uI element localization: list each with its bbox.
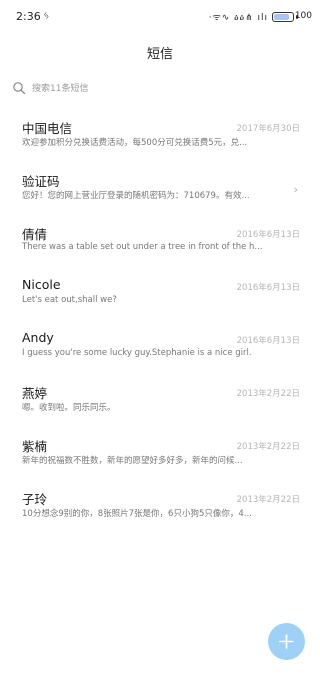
message-sender: 倩倩 xyxy=(22,227,48,242)
message-date: 2016年6月13日 xyxy=(236,230,300,240)
message-date: 2016年6月13日 xyxy=(236,336,300,346)
message-sender: 中国电信 xyxy=(22,121,73,136)
message-sender: Nicole xyxy=(22,277,61,292)
message-preview: 您好！您的网上营业厅登录的随机密码为：710679。有效... xyxy=(22,191,250,201)
message-item[interactable]: 燕婷 2013年2月22日嗯。收到啦。同乐同乐。 xyxy=(0,373,320,426)
message-item[interactable]: Andy 2016年6月13日 I guess you're some lucky … xyxy=(0,320,320,373)
message-item[interactable]: 倩倩 2016年6月13日 There was a table set out un… xyxy=(0,214,320,267)
message-preview: There was a table set out under a tree i… xyxy=(22,242,263,252)
status-bar: 2:36 ᛃ ·ᯤ∿ ዕዕ⋔ ılı 100 xyxy=(0,0,320,34)
message-preview: Let's eat out,shall we? xyxy=(22,295,117,305)
page-title: 短信 xyxy=(146,47,173,62)
search-icon xyxy=(13,82,26,95)
message-sender: Andy xyxy=(22,330,54,345)
chevron-right-icon[interactable]: › xyxy=(294,183,298,196)
message-preview: 欢迎参加积分兑换话费活动，每500分可兑换话费5元，兑... xyxy=(22,138,248,148)
message-list: 中国电信 2017年6月30日欢迎参加积分兑换话费活动，每500分可兑换话费5元，… xyxy=(0,108,320,532)
message-item[interactable]: Nicole 2016年6月13日 Let's eat out,shall we? xyxy=(0,267,320,320)
message-date: 2017年6月30日 xyxy=(236,124,300,134)
plus-icon xyxy=(279,634,294,649)
battery-icon xyxy=(272,12,294,22)
notification-icon: ᛃ xyxy=(43,9,50,22)
message-sender: 验证码 xyxy=(22,174,60,189)
message-preview: 新年的祝福数不胜数，新年的愿望好多好多，新年的问候... xyxy=(22,456,243,466)
message-date: 2013年2月22日 xyxy=(236,495,300,505)
message-date: 2016年6月13日 xyxy=(236,283,300,293)
message-preview: 10分想念9别的你，8张照片7张是你，6只小狗5只像你，4... xyxy=(22,509,252,519)
message-preview: I guess you're some lucky guy.Stephanie … xyxy=(22,348,252,358)
battery-fill xyxy=(274,14,290,20)
message-preview: 嗯。收到啦。同乐同乐。 xyxy=(22,403,116,413)
message-date: 2013年2月22日 xyxy=(236,442,300,452)
message-sender: 燕婷 xyxy=(22,386,48,401)
search-input[interactable] xyxy=(32,78,302,100)
status-time: 2:36 xyxy=(16,10,41,23)
message-item[interactable]: 验证码您好！您的网上营业厅登录的随机密码为：710679。有效... › xyxy=(0,161,320,214)
battery-level: 100 xyxy=(294,11,312,21)
message-item[interactable]: 子玲 2013年2月22日 10分想念9别的你，8张照片7张是你，6只小狗5只像你，… xyxy=(0,479,320,532)
message-item[interactable]: 中国电信 2017年6月30日欢迎参加积分兑换话费活动，每500分可兑换话费5元，… xyxy=(0,108,320,161)
message-sender: 子玲 xyxy=(22,492,48,507)
search-bar[interactable] xyxy=(12,78,308,100)
message-item[interactable]: 紫楠 2013年2月22日新年的祝福数不胜数，新年的愿望好多好多，新年的问候... xyxy=(0,426,320,479)
message-date: 2013年2月22日 xyxy=(236,389,300,399)
message-sender: 紫楠 xyxy=(22,439,48,454)
signal-icons: ·ᯤ∿ ዕዕ⋔ ılı xyxy=(208,13,268,23)
new-message-button[interactable] xyxy=(268,623,305,660)
